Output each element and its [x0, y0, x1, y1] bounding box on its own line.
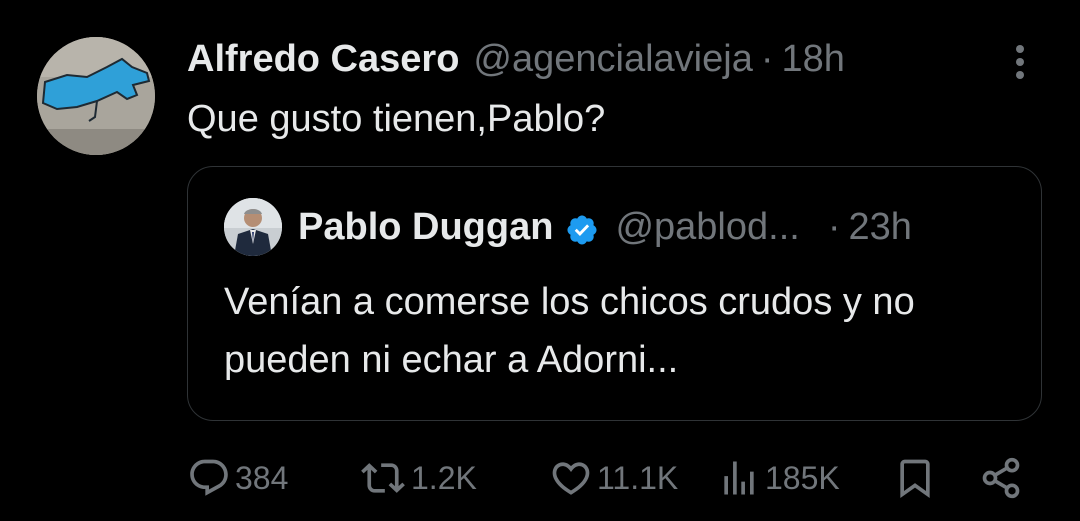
quoted-author-avatar	[224, 198, 282, 256]
views-button[interactable]: 185K	[717, 455, 840, 501]
reply-button[interactable]: 384	[187, 455, 288, 501]
separator-dot: ·	[760, 38, 774, 80]
share-button[interactable]	[979, 455, 1023, 501]
repost-button[interactable]: 1.2K	[359, 455, 477, 501]
quoted-tweet-card[interactable]: Pablo Duggan @pablod... · 23h Venían a c…	[187, 166, 1042, 421]
author-avatar[interactable]	[37, 37, 155, 155]
share-icon	[979, 456, 1023, 500]
quoted-tweet-text: Venían a comerse los chicos crudos y no …	[224, 281, 915, 381]
quoted-author-name: Pablo Duggan	[298, 206, 554, 248]
reply-count: 384	[235, 459, 289, 496]
quoted-author-handle: @pablod...	[615, 206, 800, 248]
tweet-text: Que gusto tienen,Pablo?	[187, 98, 606, 140]
tweet-action-bar: 384 1.2K 11.1K 185K	[187, 455, 1047, 501]
author-handle[interactable]: @agencialavieja	[473, 34, 752, 84]
quoted-tweet-header: Pablo Duggan @pablod... · 23h	[298, 202, 912, 252]
views-count: 185K	[765, 459, 840, 496]
like-button[interactable]: 11.1K	[549, 455, 678, 501]
tweet-header: Alfredo Casero @agencialavieja · 18h	[187, 34, 845, 84]
reply-icon	[187, 456, 231, 500]
verified-badge-icon	[565, 210, 599, 245]
bookmark-icon	[893, 456, 937, 500]
like-count: 11.1K	[597, 459, 679, 496]
author-name[interactable]: Alfredo Casero	[187, 34, 459, 84]
repost-icon	[359, 456, 407, 500]
views-icon	[717, 456, 761, 500]
quoted-tweet-timestamp: 23h	[848, 206, 912, 248]
tweet-timestamp[interactable]: 18h	[781, 34, 844, 84]
more-icon[interactable]	[1008, 40, 1032, 84]
repost-count: 1.2K	[411, 459, 477, 496]
heart-icon	[549, 456, 593, 500]
bookmark-button[interactable]	[893, 455, 937, 501]
separator-dot: ·	[827, 206, 841, 248]
